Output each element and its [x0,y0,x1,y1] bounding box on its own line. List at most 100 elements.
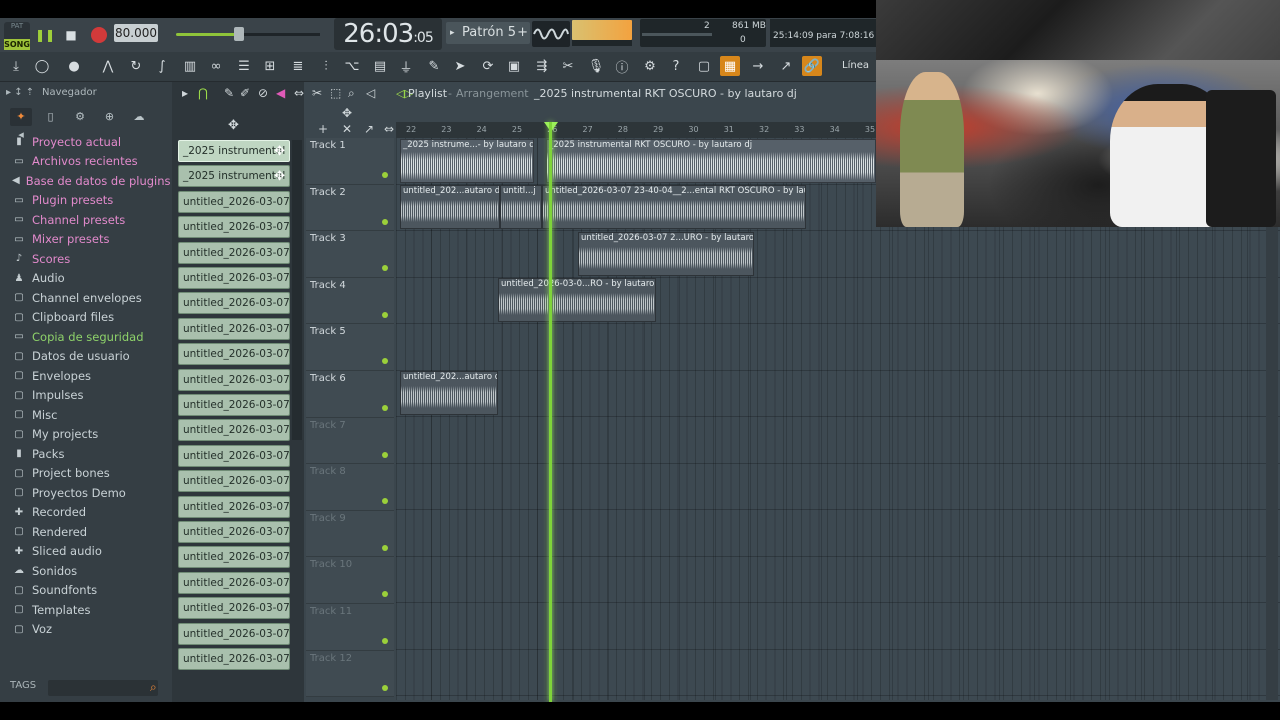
all-tab-icon[interactable]: ✦ [10,108,32,126]
add-pattern-icon[interactable]: + [517,22,528,44]
track-header[interactable]: Track 3 [306,231,394,278]
browser-item[interactable]: ✚ Recorded [12,503,170,523]
browser-item[interactable]: ▢ Voz [12,620,170,640]
playhead[interactable] [549,122,552,702]
picker-clip[interactable]: untitled_2026-03-07 23-... [178,597,290,620]
browser-item[interactable]: ✚ Sliced audio [12,542,170,562]
picker-clip[interactable]: untitled_2026-03-07 23-... [178,394,290,416]
picker-clip[interactable]: untitled_2026-03-07 23-... [178,368,290,391]
drag-icon[interactable]: ✥ [274,166,285,186]
cloud-tab-icon[interactable]: ☁ [128,108,150,126]
help-icon[interactable]: ? [666,56,686,76]
step-edit-icon[interactable]: ∫ [152,56,172,76]
browser-item[interactable]: ▢ Datos de usuario [12,347,170,367]
paint-icon[interactable]: ✐ [240,86,250,100]
picker-clip[interactable]: untitled_2026-03-07 23-... [178,216,290,239]
mixer-icon[interactable]: ☰ [234,56,254,76]
track-header[interactable]: Track 8 [306,464,394,511]
browser-item[interactable]: ▢ Soundfonts [12,581,170,601]
drag-icon[interactable]: ✥ [274,141,285,161]
track-header[interactable]: Track 9 [306,510,394,558]
picker-clip[interactable]: untitled_2026-03-07 23-... [178,470,290,493]
browser-item[interactable]: ▢ Proyectos Demo [12,483,170,503]
track-led-icon[interactable] [382,498,388,505]
browser-item[interactable]: ☁ Sonidos [12,561,170,581]
clip-track2-c[interactable]: untitled_2026-03-07 23-40-04__2...ental … [542,185,806,229]
picker-clip[interactable]: untitled_2026-03-07 23-... [178,241,290,264]
download-icon[interactable]: ⤓ [6,56,26,76]
picker-clip[interactable]: untitled_2026-03-07 23-... [178,267,290,289]
stop-button[interactable]: ■ [60,24,82,46]
clip-track3[interactable]: untitled_2026-03-07 2...URO - by lautaro… [578,232,754,276]
browser-item[interactable]: ▢ Clipboard files [12,308,170,328]
browser-item[interactable]: ▭ Mixer presets [12,230,170,250]
browser-item[interactable]: ▭ Channel presets [12,210,170,230]
browser-item[interactable]: ▢ Rendered [12,522,170,542]
song-position-display[interactable]: 26:03:05 [334,18,442,50]
picker-clip[interactable]: untitled_2026-03-07 23-... [178,546,290,569]
render-icon[interactable]: ⇶ [532,56,552,76]
picker-clip[interactable]: untitled_2026-03-07 23-... [178,343,290,366]
picker-clip[interactable]: untitled_2026-03-07 23-... [178,648,290,670]
clip-track6[interactable]: untitled_202...autaro dj [400,371,498,415]
delete-icon[interactable]: ⊘ [258,86,268,100]
browser-item[interactable]: ▢ Envelopes [12,366,170,386]
resize-icon[interactable]: ⇔ [384,122,394,136]
magnet-icon[interactable]: ⋂ [198,86,208,100]
arrow-icon[interactable]: ➤ [450,56,470,76]
clip-track2-a[interactable]: untitled_202...autaro dj [400,185,500,229]
next-icon[interactable]: → [748,56,768,76]
track-header[interactable]: Track 10 [306,557,394,604]
track-led-icon[interactable] [382,311,388,318]
screen-icon[interactable]: ▢ [694,56,714,76]
picker-clip[interactable]: _2025 instrumental R...✥ [178,140,290,162]
browser-item[interactable]: ▢ Impulses [12,386,170,406]
picker-clip[interactable]: _2025 instrumental R...✥ [178,165,290,188]
track-header[interactable]: Track 7 [306,417,394,465]
close-icon[interactable]: ✕ [342,122,352,136]
browser-item[interactable]: ▢ Templates [12,600,170,620]
record-button[interactable] [88,24,110,46]
sliders-icon[interactable]: ⫶ [316,56,336,76]
picker-clip[interactable]: untitled_2026-03-07 23-... [178,317,290,340]
plug-icon[interactable]: ⏚ [396,56,416,76]
browser-item[interactable]: ▢ My projects [12,425,170,445]
tree-icon[interactable]: ⌥ [342,56,362,76]
picker-scrollbar[interactable] [292,140,302,440]
file-icon[interactable]: ▤ [370,56,390,76]
typing-keyboard-icon[interactable]: ⋀ [98,56,118,76]
settings-icon[interactable]: ⚙ [640,56,660,76]
track-led-icon[interactable] [382,172,388,178]
picker-clip[interactable]: untitled_2026-03-07 23-... [178,622,290,645]
pattern-selector[interactable]: Patrón 5 ▸ + [446,22,530,44]
browser-item[interactable]: ▢ Channel envelopes [12,288,170,308]
plus-icon[interactable]: + [318,122,328,136]
browser-item[interactable]: ♪ Scores [12,249,170,269]
track-led-icon[interactable] [382,218,388,225]
pause-button[interactable]: ❚❚ [34,24,56,46]
track-led-icon[interactable] [382,638,388,644]
playlist-menu-icon[interactable]: ▸ [182,86,188,100]
browser-item[interactable]: ▮ Proyecto actual [12,132,170,152]
browser-item[interactable]: ▭ Copia de seguridad [12,327,170,347]
blend-icon[interactable]: ∞ [206,56,226,76]
files-tab-icon[interactable]: ▯ [40,108,62,126]
cut-icon[interactable]: ✂ [558,56,578,76]
nav-arrows-icon[interactable]: ▸ ↕ ⇡ [6,84,34,102]
track-header[interactable]: Track 11 [306,604,394,651]
track-header[interactable]: Track 1 [306,138,394,185]
track-header[interactable]: Track 2 [306,184,394,232]
link-icon[interactable]: 🔗 [802,56,822,76]
network-tab-icon[interactable]: ⊕ [99,108,121,126]
playlist-icon[interactable]: ≣ [288,56,308,76]
channel-rack-icon[interactable]: ⊞ [260,56,280,76]
playlist-drag-icon[interactable]: ✥ [342,106,352,120]
metronome-icon[interactable]: ◯ [32,56,52,76]
browser-item[interactable]: ▭ Archivos recientes [12,152,170,172]
track-header[interactable]: Track 12 [306,650,394,698]
picker-clip[interactable]: untitled_2026-03-07 23-... [178,495,290,518]
browser-item[interactable]: ▭ Plugin presets [12,191,170,211]
brush-icon[interactable]: ✎ [424,56,444,76]
piano-icon[interactable]: ▥ [180,56,200,76]
clip-track1-a[interactable]: _2025 instrume...- by lautaro dj [400,139,534,183]
